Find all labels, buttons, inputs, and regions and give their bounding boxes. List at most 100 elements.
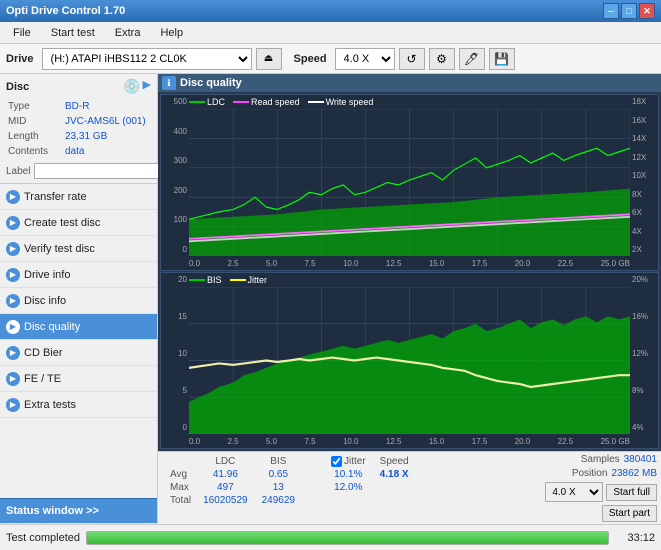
erase-button[interactable]: 🖊 — [459, 48, 485, 70]
samples-label: Samples — [581, 454, 620, 465]
y-axis-right-2: 20%16%12%8%4% — [630, 273, 658, 434]
nav-label-create: Create test disc — [24, 217, 100, 229]
stats-area: LDC BIS Jitter Speed Avg 4 — [158, 451, 661, 524]
nav-icon-create: ▶ — [6, 216, 20, 230]
menu-help[interactable]: Help — [151, 24, 192, 42]
max-ldc: 497 — [197, 482, 254, 493]
disc-length-label: Length — [8, 130, 63, 143]
chart-bis-legend: BIS Jitter — [189, 275, 267, 285]
legend-jitter: Jitter — [248, 275, 268, 285]
nav-label-fe-te: FE / TE — [24, 373, 61, 385]
avg-bis: 0.65 — [256, 469, 301, 480]
nav-icon-drive: ▶ — [6, 268, 20, 282]
toolbar: Drive (H:) ATAPI iHBS112 2 CL0K ⏏ Speed … — [0, 44, 661, 74]
drive-select[interactable]: (H:) ATAPI iHBS112 2 CL0K — [42, 48, 252, 70]
max-bis: 13 — [256, 482, 301, 493]
legend-write-speed: Write speed — [326, 97, 374, 107]
disc-panel: Disc 💿 ▶ Type BD-R MID JVC-AMS6L (001) L… — [0, 74, 157, 184]
menu-bar: File Start test Extra Help — [0, 22, 661, 44]
nav-label-transfer: Transfer rate — [24, 191, 87, 203]
nav-label-disc-info: Disc info — [24, 295, 66, 307]
chart1-plot — [189, 109, 630, 256]
disc-quality-icon: ℹ — [162, 76, 176, 90]
chart-ldc-legend: LDC Read speed Write speed — [189, 97, 373, 107]
nav-label-disc-quality: Disc quality — [24, 321, 80, 333]
progress-bar-fill — [87, 532, 608, 544]
nav-verify-test-disc[interactable]: ▶ Verify test disc — [0, 236, 157, 262]
y-axis-right-1: 18X16X14X12X10X8X6X4X2X — [630, 95, 658, 256]
speed-select[interactable]: 4.0 X — [335, 48, 395, 70]
nav-extra-tests[interactable]: ▶ Extra tests — [0, 392, 157, 418]
time-display: 33:12 — [615, 532, 655, 544]
y-axis-left-1: 5004003002001000 — [161, 95, 189, 256]
header-bis: BIS — [256, 456, 301, 467]
bottom-bar: Test completed 33:12 — [0, 524, 661, 550]
disc-contents-label: Contents — [8, 145, 63, 158]
header-speed: Speed — [374, 456, 415, 467]
jitter-checkbox[interactable] — [331, 456, 342, 467]
start-speed-select[interactable]: 4.0 X — [545, 482, 603, 502]
stats-table: LDC BIS Jitter Speed Avg 4 — [162, 454, 417, 508]
close-button[interactable]: ✕ — [639, 3, 655, 19]
drive-label: Drive — [6, 53, 34, 65]
total-ldc: 16020529 — [197, 495, 254, 506]
avg-ldc: 41.96 — [197, 469, 254, 480]
eject-button[interactable]: ⏏ — [256, 48, 282, 70]
disc-label-input[interactable] — [34, 163, 172, 179]
disc-mid-label: MID — [8, 115, 63, 128]
disc-mid-value: JVC-AMS6L (001) — [65, 115, 149, 128]
minimize-button[interactable]: ─ — [603, 3, 619, 19]
disc-quality-title: Disc quality — [180, 77, 242, 89]
nav-icon-transfer: ▶ — [6, 190, 20, 204]
disc-panel-label: Disc — [6, 81, 29, 93]
status-window-label: Status window >> — [6, 505, 99, 517]
chart-ldc: LDC Read speed Write speed 5004003002001… — [160, 94, 659, 271]
total-label: Total — [164, 495, 195, 506]
maximize-button[interactable]: □ — [621, 3, 637, 19]
sidebar: Disc 💿 ▶ Type BD-R MID JVC-AMS6L (001) L… — [0, 74, 158, 524]
nav-cd-bier[interactable]: ▶ CD Bier — [0, 340, 157, 366]
nav-disc-quality[interactable]: ▶ Disc quality — [0, 314, 157, 340]
disc-contents-value: data — [65, 145, 149, 158]
stats-right-panel: Samples 380401 Position 23862 MB 4.0 X S… — [545, 454, 657, 522]
start-part-button[interactable]: Start part — [602, 505, 657, 522]
x-axis-2: 0.02.55.07.510.012.515.017.520.022.525.0… — [189, 434, 630, 448]
menu-start-test[interactable]: Start test — [42, 24, 104, 42]
chart-bis: BIS Jitter 20151050 20%16%12%8%4% — [160, 272, 659, 449]
start-full-button[interactable]: Start full — [606, 484, 657, 501]
speed-label: Speed — [294, 53, 327, 65]
nav-icon-disc-info: ▶ — [6, 294, 20, 308]
disc-icon-1[interactable]: 💿 — [123, 78, 140, 95]
content-area: ℹ Disc quality LDC Read speed — [158, 74, 661, 524]
nav-disc-info[interactable]: ▶ Disc info — [0, 288, 157, 314]
menu-file[interactable]: File — [4, 24, 40, 42]
nav-label-cd-bier: CD Bier — [24, 347, 63, 359]
avg-label: Avg — [164, 469, 195, 480]
nav-fe-te[interactable]: ▶ FE / TE — [0, 366, 157, 392]
legend-read-speed: Read speed — [251, 97, 300, 107]
disc-label-label: Label — [6, 166, 30, 177]
disc-type-value: BD-R — [65, 100, 149, 113]
nav-label-extra: Extra tests — [24, 399, 76, 411]
nav-icon-disc-quality: ▶ — [6, 320, 20, 334]
settings-button[interactable]: ⚙ — [429, 48, 455, 70]
legend-bis: BIS — [207, 275, 222, 285]
nav-icon-fe-te: ▶ — [6, 372, 20, 386]
position-label: Position — [572, 468, 608, 479]
x-axis-1: 0.02.55.07.510.012.515.017.520.022.525.0… — [189, 256, 630, 270]
save-button[interactable]: 💾 — [489, 48, 515, 70]
status-window-button[interactable]: Status window >> — [0, 498, 157, 524]
nav-icon-extra: ▶ — [6, 398, 20, 412]
y-axis-left-2: 20151050 — [161, 273, 189, 434]
nav-create-test-disc[interactable]: ▶ Create test disc — [0, 210, 157, 236]
disc-type-label: Type — [8, 100, 63, 113]
avg-speed: 4.18 X — [374, 469, 415, 480]
nav-drive-info[interactable]: ▶ Drive info — [0, 262, 157, 288]
progress-bar — [86, 531, 609, 545]
max-jitter: 12.0% — [325, 482, 372, 493]
nav-transfer-rate[interactable]: ▶ Transfer rate — [0, 184, 157, 210]
refresh-button[interactable]: ↺ — [399, 48, 425, 70]
menu-extra[interactable]: Extra — [106, 24, 150, 42]
header-jitter-check: Jitter — [325, 456, 372, 467]
disc-icon-2[interactable]: ▶ — [143, 78, 151, 95]
